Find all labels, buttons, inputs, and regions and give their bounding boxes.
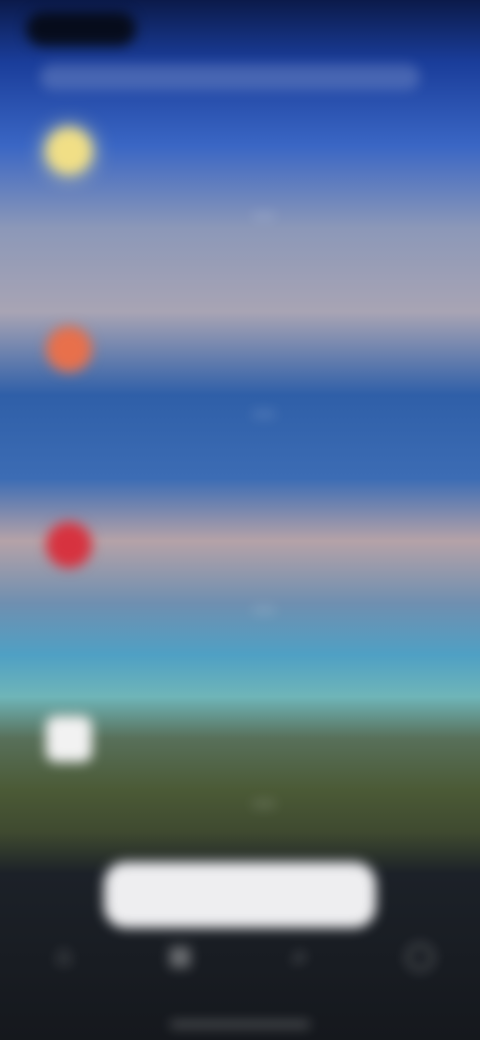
tab-search[interactable]: ⌕ (270, 938, 330, 998)
item-right-text (252, 212, 276, 220)
home-indicator[interactable] (170, 1022, 310, 1027)
tab-home[interactable]: ⌂ (34, 938, 94, 998)
tab-profile[interactable]: ◯ (390, 938, 450, 998)
circle-red-icon (46, 522, 92, 568)
status-bar (0, 0, 480, 56)
home-icon: ⌂ (56, 940, 72, 970)
header-strip (40, 64, 420, 90)
grid-icon: ▦ (167, 940, 193, 970)
list-item[interactable] (22, 506, 458, 696)
search-icon: ⌕ (292, 940, 308, 970)
tab-bar: ⌂ ▦ ⌕ ◯ (0, 938, 480, 998)
circle-orange-icon (46, 326, 92, 372)
item-right-text (252, 606, 276, 614)
tab-grid[interactable]: ▦ (150, 938, 210, 998)
status-pill (26, 12, 136, 46)
item-right-text (252, 410, 276, 418)
primary-action-button[interactable] (104, 862, 376, 928)
item-right-text (252, 800, 276, 808)
blurred-screen: ⌂ ▦ ⌕ ◯ (0, 0, 480, 1040)
square-white-icon (46, 716, 92, 762)
list-item[interactable] (22, 310, 458, 500)
profile-icon: ◯ (405, 940, 435, 970)
list-item[interactable] (22, 112, 458, 302)
sun-icon (46, 128, 92, 174)
